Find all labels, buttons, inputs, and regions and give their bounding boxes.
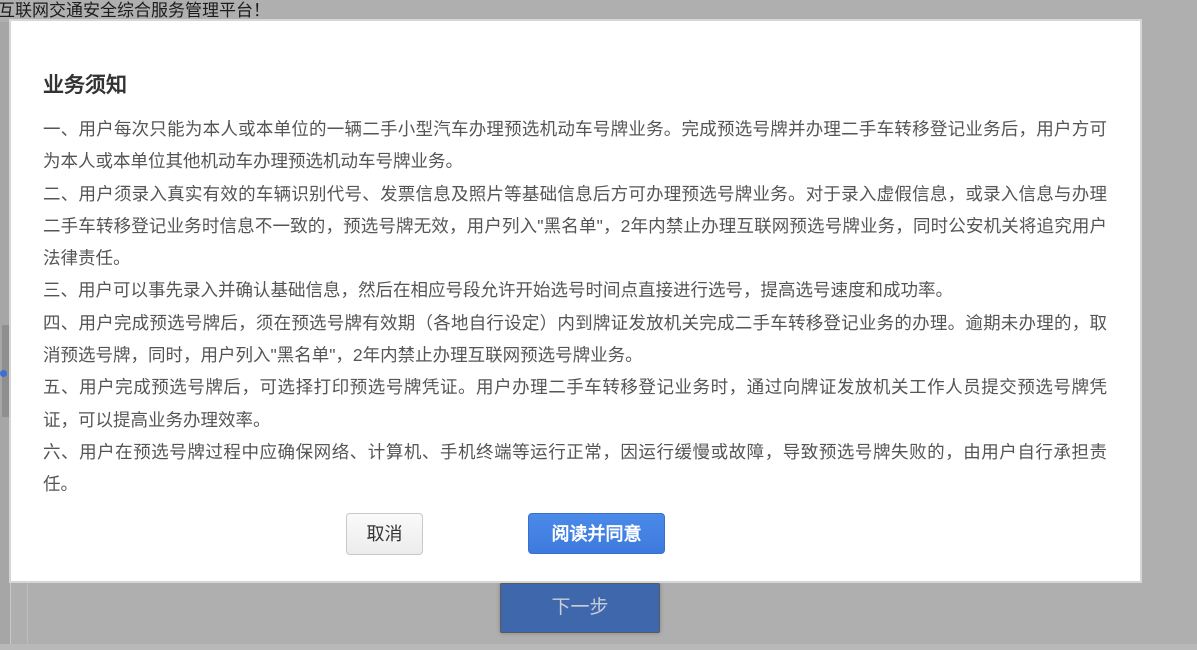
side-widget-dot [0,370,7,377]
notice-paragraph: 四、用户完成预选号牌后，须在预选号牌有效期（各地自行设定）内到牌证发放机关完成二… [43,307,1107,372]
notice-paragraph: 六、用户在预选号牌过程中应确保网络、计算机、手机终端等运行正常，因运行缓慢或故障… [43,436,1107,501]
notice-paragraph: 三、用户可以事先录入并确认基础信息，然后在相应号段允许开始选号时间点直接进行选号… [43,274,1107,306]
next-step-button[interactable]: 下一步 [500,583,660,633]
page-header: 互联网交通安全综合服务管理平台！ [0,0,1197,22]
notice-text: 一、用户每次只能为本人或本单位的一辆二手小型汽车办理预选机动车号牌业务。完成预选… [43,113,1107,501]
notice-paragraph: 二、用户须录入真实有效的车辆识别代号、发票信息及照片等基础信息后方可办理预选号牌… [43,178,1107,275]
business-notice-dialog: 业务须知 一、用户每次只能为本人或本单位的一辆二手小型汽车办理预选机动车号牌业务… [11,21,1140,581]
notice-paragraph: 一、用户每次只能为本人或本单位的一辆二手小型汽车办理预选机动车号牌业务。完成预选… [43,113,1107,178]
left-scrollbar[interactable] [0,22,11,650]
bottom-strip [0,644,1197,650]
read-and-agree-button[interactable]: 阅读并同意 [528,513,665,554]
dialog-title: 业务须知 [43,69,127,99]
page-title: 互联网交通安全综合服务管理平台！ [0,0,270,22]
cancel-button[interactable]: 取消 [346,513,423,555]
content-edge-divider [27,582,28,644]
notice-paragraph: 五、用户完成预选号牌后，可选择打印预选号牌凭证。用户办理二手车转移登记业务时，通… [43,371,1107,436]
